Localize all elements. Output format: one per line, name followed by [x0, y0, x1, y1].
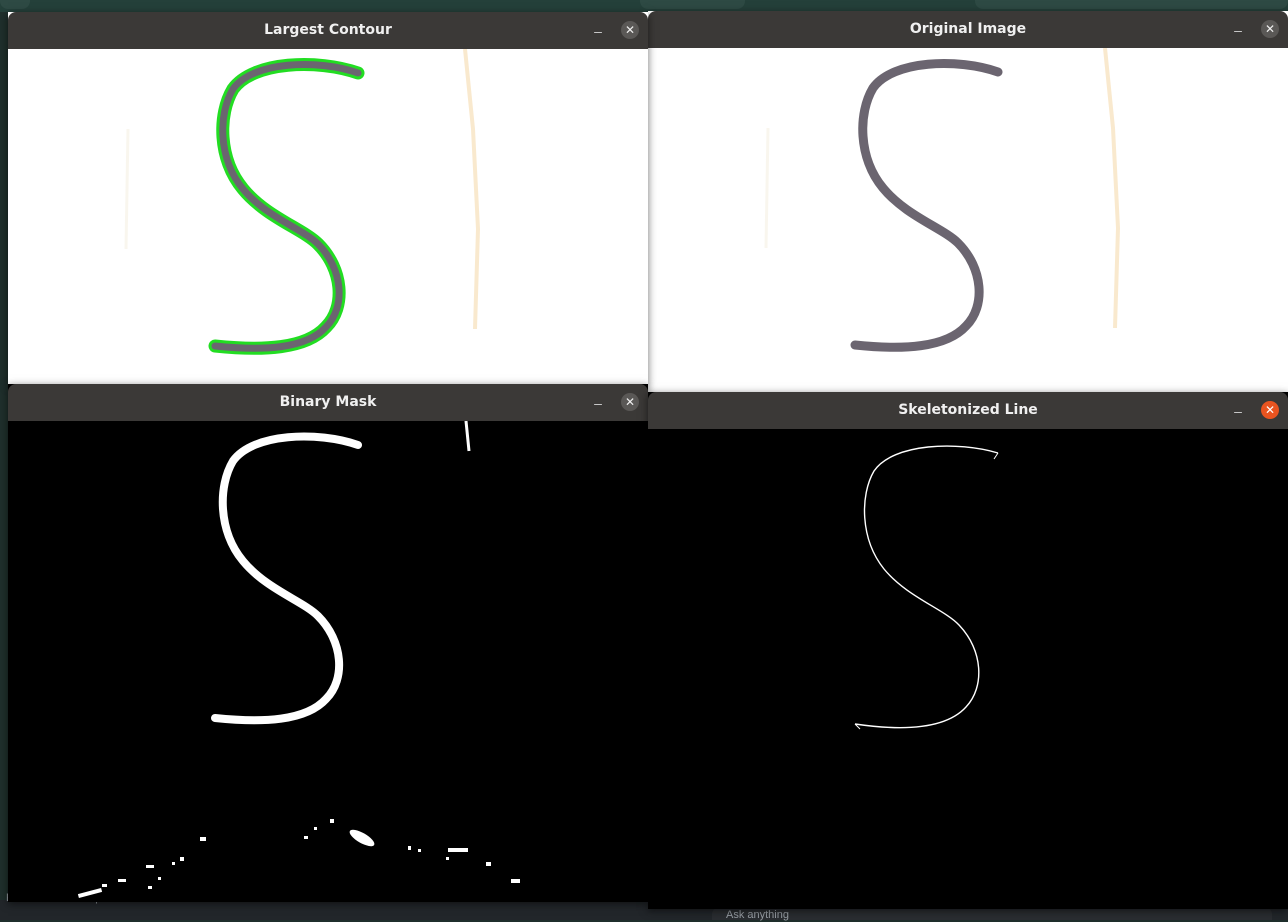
binary-mask-canvas [8, 421, 648, 902]
window-title: Binary Mask [279, 394, 377, 410]
image-view [648, 48, 1288, 394]
titlebar[interactable]: Binary Mask – ✕ [8, 384, 648, 421]
image-view [8, 421, 648, 902]
window-skeletonized-line[interactable]: Skeletonized Line – ✕ [648, 392, 1288, 909]
window-title: Largest Contour [264, 22, 392, 38]
window-largest-contour[interactable]: Largest Contour – ✕ [8, 12, 648, 384]
chat-input[interactable]: Ask anything [712, 908, 1272, 921]
window-binary-mask[interactable]: Binary Mask – ✕ [8, 384, 648, 902]
top-bar-segment [975, 0, 1288, 9]
close-icon[interactable]: ✕ [621, 21, 639, 39]
close-icon[interactable]: ✕ [621, 393, 639, 411]
minimize-icon[interactable]: – [588, 21, 608, 41]
window-title: Skeletonized Line [898, 402, 1038, 418]
skeletonized-canvas [648, 429, 1288, 909]
titlebar[interactable]: Skeletonized Line – ✕ [648, 392, 1288, 429]
close-icon[interactable]: ✕ [1261, 20, 1279, 38]
titlebar[interactable]: Largest Contour – ✕ [8, 12, 648, 49]
window-title: Original Image [909, 21, 1027, 37]
largest-contour-canvas [8, 49, 648, 384]
top-bar-segment [640, 0, 745, 9]
minimize-icon[interactable]: – [1228, 20, 1248, 40]
top-bar-segment [0, 0, 30, 9]
minimize-icon[interactable]: – [588, 393, 608, 413]
image-view [648, 429, 1288, 909]
titlebar[interactable]: Original Image – ✕ [648, 11, 1288, 48]
minimize-icon[interactable]: – [1228, 401, 1248, 421]
window-original-image[interactable]: Original Image – ✕ [648, 11, 1288, 394]
close-icon[interactable]: ✕ [1261, 401, 1279, 419]
image-view [8, 49, 648, 384]
original-image-canvas [648, 48, 1288, 394]
